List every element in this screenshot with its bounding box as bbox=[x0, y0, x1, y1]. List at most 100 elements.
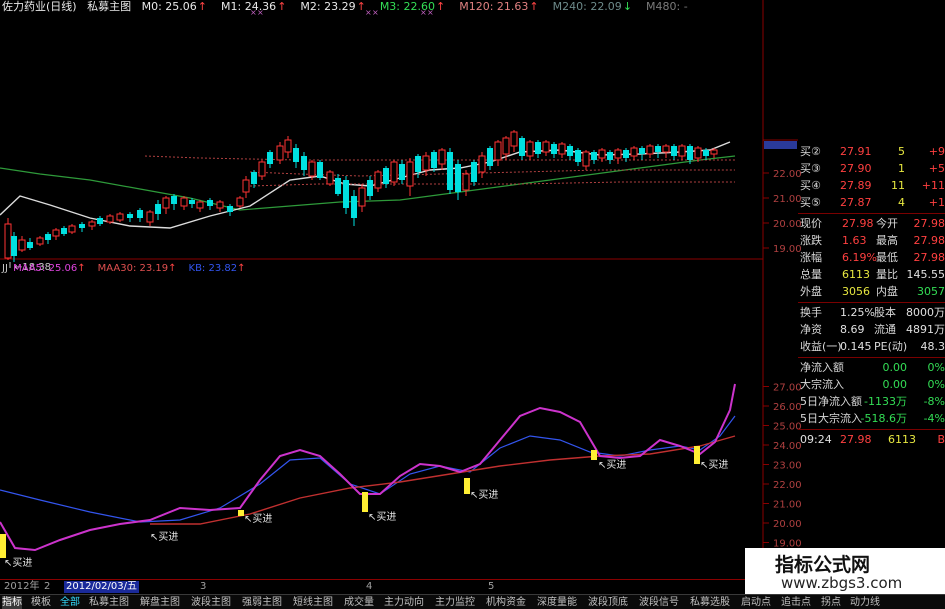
candle-body[interactable] bbox=[591, 152, 597, 160]
candle-body[interactable] bbox=[301, 156, 307, 170]
flow-row[interactable]: 5日大宗流入 -518.6万 -4% bbox=[798, 411, 945, 427]
candle-body[interactable] bbox=[655, 146, 661, 152]
candle-body[interactable] bbox=[510, 131, 518, 147]
tab-14[interactable]: 波段信号 bbox=[639, 596, 679, 609]
stat-row[interactable]: 净资 8.69 流通 4891万 bbox=[798, 322, 945, 338]
candle-body[interactable] bbox=[567, 146, 573, 156]
candle-body[interactable] bbox=[293, 148, 299, 162]
indicator-name[interactable]: 私募主图 bbox=[87, 0, 131, 13]
stat-row[interactable]: 现价 27.98 今开 27.98 bbox=[798, 216, 945, 232]
candle-body[interactable] bbox=[630, 147, 638, 157]
candle-body[interactable] bbox=[390, 161, 398, 183]
candle-body[interactable] bbox=[27, 242, 33, 248]
candle-body[interactable] bbox=[687, 146, 693, 160]
candle-body[interactable] bbox=[614, 149, 622, 159]
candle-body[interactable] bbox=[710, 149, 718, 155]
stat-row[interactable]: 涨跌 1.63 最高 27.98 bbox=[798, 233, 945, 249]
candle-body[interactable] bbox=[196, 201, 204, 209]
ma-legend-item[interactable]: M480: - bbox=[646, 0, 688, 13]
candle-body[interactable] bbox=[61, 228, 67, 234]
candle-body[interactable] bbox=[582, 151, 590, 167]
buy-marker[interactable] bbox=[0, 534, 6, 558]
candle-body[interactable] bbox=[415, 156, 421, 172]
tab-12[interactable]: 深度量能 bbox=[537, 596, 577, 609]
candle-body[interactable] bbox=[326, 171, 334, 185]
candle-body[interactable] bbox=[88, 221, 96, 227]
candle-body[interactable] bbox=[52, 229, 60, 237]
candle-body[interactable] bbox=[171, 196, 177, 204]
tab-10[interactable]: 主力监控 bbox=[435, 596, 475, 609]
candle-body[interactable] bbox=[284, 139, 292, 153]
candle-body[interactable] bbox=[502, 137, 510, 155]
tab-16[interactable]: 启动点 bbox=[741, 596, 771, 609]
candle-body[interactable] bbox=[431, 152, 437, 168]
candle-body[interactable] bbox=[189, 200, 195, 204]
candle-body[interactable] bbox=[478, 155, 486, 173]
candle-body[interactable] bbox=[519, 138, 525, 156]
candle-body[interactable] bbox=[127, 214, 133, 218]
tab-1[interactable]: 模板 bbox=[31, 596, 51, 609]
candle-body[interactable] bbox=[494, 141, 502, 161]
tab-15[interactable]: 私募选股 bbox=[690, 596, 730, 609]
candle-body[interactable] bbox=[116, 213, 124, 221]
candle-body[interactable] bbox=[662, 145, 670, 153]
candle-body[interactable] bbox=[455, 164, 461, 192]
buy-marker[interactable] bbox=[362, 492, 368, 512]
tab-8[interactable]: 成交量 bbox=[344, 596, 374, 609]
candle-body[interactable] bbox=[671, 146, 677, 156]
candle-body[interactable] bbox=[251, 172, 257, 184]
candle-body[interactable] bbox=[155, 204, 161, 214]
stat-row[interactable]: 收益(一) 0.145 PE(动) 48.3 bbox=[798, 339, 945, 355]
candle-body[interactable] bbox=[383, 168, 389, 184]
candle-body[interactable] bbox=[399, 164, 405, 180]
candle-body[interactable] bbox=[36, 237, 44, 245]
candle-body[interactable] bbox=[406, 161, 414, 187]
candle-body[interactable] bbox=[106, 215, 114, 223]
sub-indicator-title[interactable]: JJ bbox=[2, 263, 8, 274]
stock-name[interactable]: 佐力药业(日线) bbox=[2, 0, 77, 13]
bid-row[interactable]: 买③ 27.90 1 +5 bbox=[798, 161, 945, 177]
candle-body[interactable] bbox=[487, 148, 493, 166]
tab-0[interactable]: 指标 bbox=[2, 596, 22, 609]
tab-4[interactable]: 解盘主图 bbox=[140, 596, 180, 609]
ma-legend-item[interactable]: M240: 22.09↓ bbox=[553, 0, 639, 13]
stat-row[interactable]: 换手 1.25% 股本 8000万 bbox=[798, 305, 945, 321]
ma-legend-item[interactable]: M0: 25.06↑ bbox=[142, 0, 214, 13]
sub-legend-item[interactable]: MAA5: 25.06↑ bbox=[13, 263, 92, 274]
tab-11[interactable]: 机构资金 bbox=[486, 596, 526, 609]
candle-body[interactable] bbox=[558, 143, 566, 155]
sub-legend-item[interactable]: MAA30: 23.19↑ bbox=[98, 263, 183, 274]
candle-body[interactable] bbox=[575, 150, 581, 162]
bid-row[interactable]: 买④ 27.89 11 +11 bbox=[798, 178, 945, 194]
tab-17[interactable]: 追击点 bbox=[781, 596, 811, 609]
candle-body[interactable] bbox=[438, 149, 446, 165]
flow-row[interactable]: 大宗流入 0.00 0% bbox=[798, 377, 945, 393]
candle-body[interactable] bbox=[236, 197, 244, 207]
candle-body[interactable] bbox=[623, 150, 629, 158]
candle-body[interactable] bbox=[351, 196, 357, 218]
candle-body[interactable] bbox=[335, 178, 341, 194]
candle-body[interactable] bbox=[4, 223, 12, 259]
ma-legend-item[interactable]: M3: 22.60↑ bbox=[380, 0, 452, 13]
tab-3[interactable]: 私募主图 bbox=[89, 596, 129, 609]
candle-body[interactable] bbox=[646, 145, 654, 155]
candle-body[interactable] bbox=[97, 218, 103, 224]
tab-13[interactable]: 波段顶底 bbox=[588, 596, 628, 609]
candle-body[interactable] bbox=[678, 145, 686, 157]
candle-body[interactable] bbox=[79, 224, 85, 228]
candle-body[interactable] bbox=[258, 161, 266, 177]
candle-body[interactable] bbox=[317, 162, 323, 178]
candle-body[interactable] bbox=[162, 197, 170, 209]
candle-body[interactable] bbox=[45, 234, 51, 240]
sub-legend-item[interactable]: KB: 23.82↑ bbox=[189, 263, 252, 274]
candle-body[interactable] bbox=[535, 142, 541, 154]
ma-legend-item[interactable]: M2: 23.29↑ bbox=[300, 0, 372, 13]
buy-marker[interactable] bbox=[591, 450, 597, 460]
tab-7[interactable]: 短线主图 bbox=[293, 596, 333, 609]
candle-body[interactable] bbox=[471, 162, 477, 182]
candle-body[interactable] bbox=[308, 161, 316, 177]
candle-body[interactable] bbox=[242, 179, 250, 193]
tab-19[interactable]: 动力线 bbox=[850, 596, 880, 609]
candle-body[interactable] bbox=[216, 201, 224, 209]
bid-row[interactable]: 买⑤ 27.87 4 +1 bbox=[798, 195, 945, 211]
